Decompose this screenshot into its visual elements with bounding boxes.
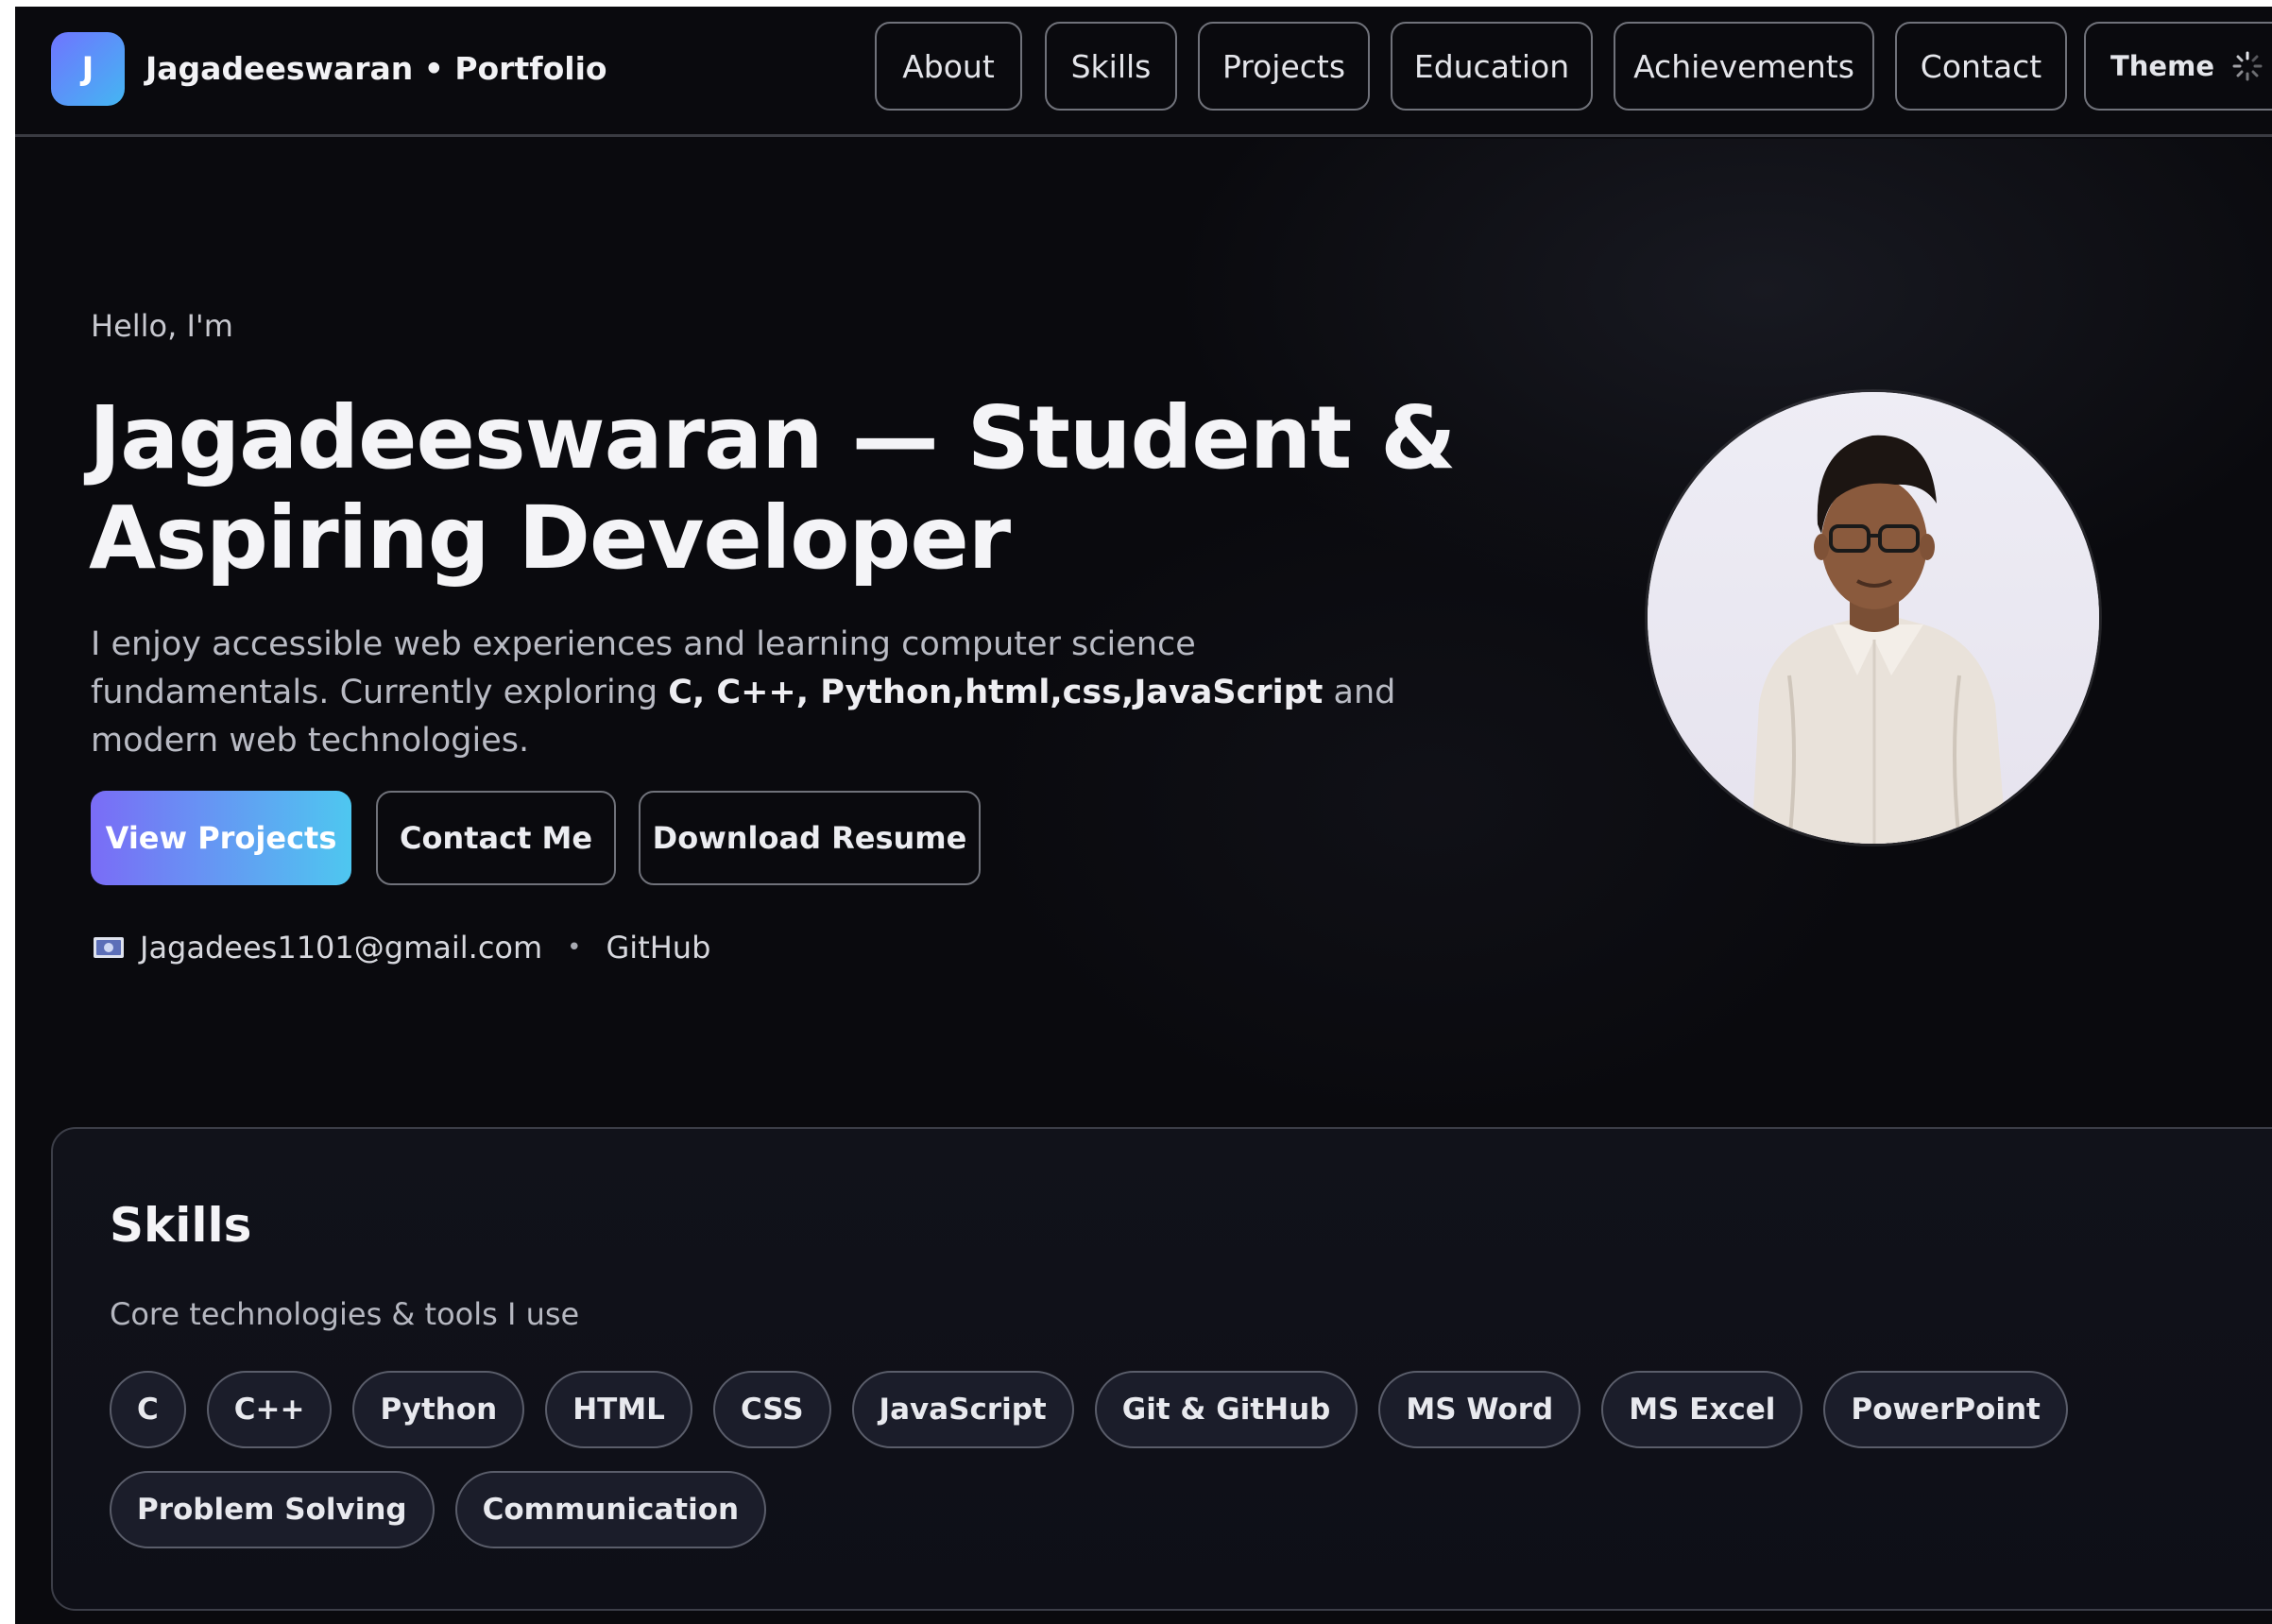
hero-greeting: Hello, I'm	[91, 308, 233, 344]
brand-name[interactable]: Jagadeeswaran • Portfolio	[145, 50, 607, 88]
theme-toggle-button[interactable]: Theme	[2084, 22, 2272, 111]
skill-chip-list: C C++ Python HTML CSS JavaScript Git & G…	[110, 1371, 2093, 1548]
hero-description: I enjoy accessible web experiences and l…	[91, 621, 1432, 765]
skill-chip-css: CSS	[712, 1371, 831, 1448]
skill-chip-c: C	[110, 1371, 186, 1448]
github-link[interactable]: GitHub	[606, 930, 711, 966]
nav-contact[interactable]: Contact	[1895, 22, 2067, 111]
profile-avatar	[1648, 392, 2099, 844]
skills-title: Skills	[110, 1198, 252, 1253]
contact-separator: •	[567, 933, 582, 962]
skill-chip-python: Python	[352, 1371, 525, 1448]
skill-chip-powerpoint: PowerPoint	[1823, 1371, 2068, 1448]
nav-about[interactable]: About	[875, 22, 1022, 111]
skill-chip-javascript: JavaScript	[851, 1371, 1074, 1448]
skill-chip-git-github: Git & GitHub	[1094, 1371, 1358, 1448]
nav-achievements[interactable]: Achievements	[1614, 22, 1874, 111]
hero-title: Jagadeeswaran — Student & Aspiring Devel…	[89, 387, 1456, 589]
hero-description-highlight: C, C++, Python,html,css,JavaScript	[668, 674, 1324, 711]
skills-subtitle: Core technologies & tools I use	[110, 1296, 580, 1332]
top-navbar: J Jagadeeswaran • Portfolio About Skills…	[15, 7, 2272, 137]
nav-skills[interactable]: Skills	[1045, 22, 1177, 111]
page: J Jagadeeswaran • Portfolio About Skills…	[15, 7, 2272, 1624]
profile-photo-illustration	[1648, 392, 2099, 844]
nav-projects[interactable]: Projects	[1198, 22, 1370, 111]
logo-badge[interactable]: J	[51, 32, 125, 106]
view-projects-button[interactable]: View Projects	[91, 791, 351, 885]
skills-card: Skills Core technologies & tools I use C…	[51, 1127, 2272, 1611]
skill-chip-communication: Communication	[454, 1471, 767, 1548]
theme-label: Theme	[2110, 50, 2214, 82]
download-resume-button[interactable]: Download Resume	[639, 791, 981, 885]
mail-icon	[94, 937, 124, 958]
skill-chip-ms-word: MS Word	[1378, 1371, 1581, 1448]
skill-chip-ms-excel: MS Excel	[1601, 1371, 1803, 1448]
contact-me-button[interactable]: Contact Me	[376, 791, 616, 885]
hero-description-prefix: Currently exploring	[339, 674, 669, 711]
skill-chip-problem-solving: Problem Solving	[110, 1471, 435, 1548]
skill-chip-cpp: C++	[206, 1371, 333, 1448]
contact-links: Jagadees1101@gmail.com • GitHub	[93, 927, 710, 968]
skill-chip-html: HTML	[545, 1371, 692, 1448]
spinner-icon	[2232, 51, 2263, 81]
email-link[interactable]: Jagadees1101@gmail.com	[140, 930, 542, 966]
nav-education[interactable]: Education	[1391, 22, 1593, 111]
